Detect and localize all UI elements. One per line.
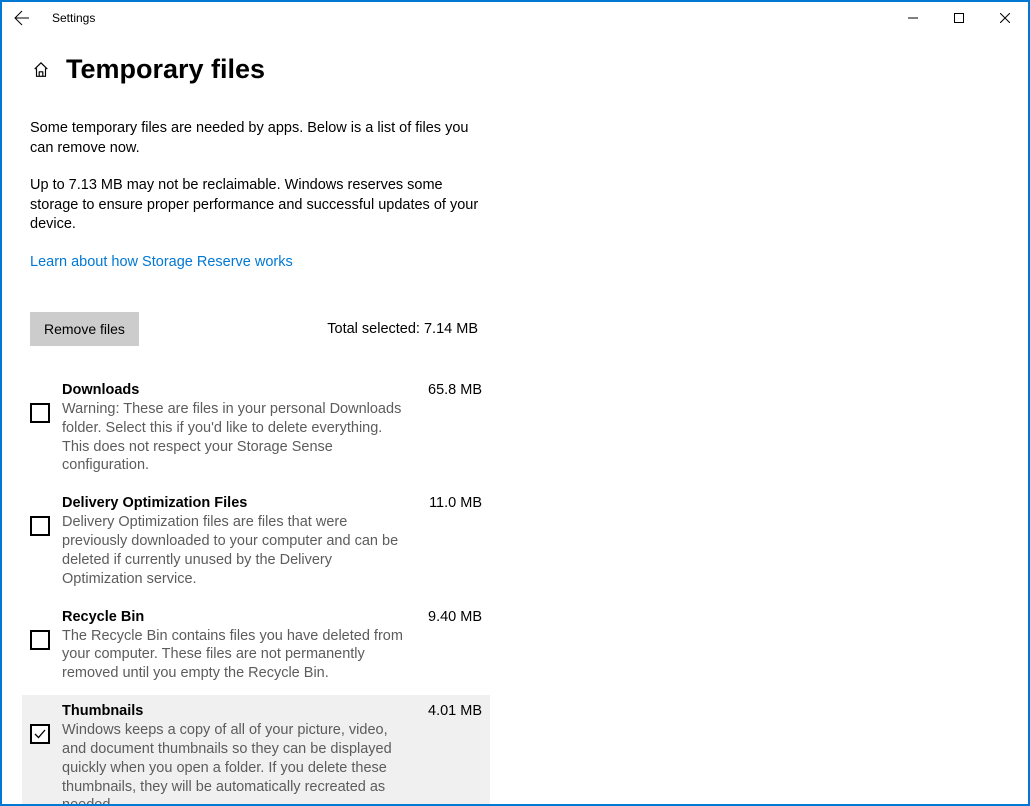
item-title: Downloads xyxy=(62,382,139,398)
window-controls xyxy=(890,3,1028,33)
item-description: Warning: These are files in your persona… xyxy=(62,400,412,475)
item-content: Recycle Bin 9.40 MB The Recycle Bin contai… xyxy=(62,609,482,684)
intro-section: Some temporary files are needed by apps.… xyxy=(30,119,490,296)
titlebar-left: Settings xyxy=(10,6,95,30)
item-title: Thumbnails xyxy=(62,703,143,719)
item-size: 11.0 MB xyxy=(429,495,482,511)
window-title: Settings xyxy=(52,11,95,25)
list-item[interactable]: Thumbnails 4.01 MB Windows keeps a copy of… xyxy=(22,695,490,804)
item-size: 65.8 MB xyxy=(428,382,482,398)
item-title: Delivery Optimization Files xyxy=(62,495,247,511)
close-button[interactable] xyxy=(982,3,1028,33)
items-list: Downloads 65.8 MB Warning: These are files… xyxy=(22,374,1000,804)
maximize-button[interactable] xyxy=(936,3,982,33)
intro-text-1: Some temporary files are needed by apps.… xyxy=(30,119,490,158)
check-icon xyxy=(33,727,47,741)
item-description: The Recycle Bin contains files you have … xyxy=(62,627,412,684)
home-button[interactable] xyxy=(30,59,52,81)
minimize-button[interactable] xyxy=(890,3,936,33)
list-item[interactable]: Delivery Optimization Files11.0 MBDelive… xyxy=(22,487,490,600)
checkbox[interactable] xyxy=(30,724,50,744)
item-size: 9.40 MB xyxy=(428,609,482,625)
header-row: Temporary files xyxy=(30,54,1000,85)
titlebar: Settings xyxy=(2,2,1028,34)
action-row: Remove files Total selected: 7.14 MB xyxy=(30,312,478,346)
back-button[interactable] xyxy=(10,6,34,30)
item-title: Recycle Bin xyxy=(62,609,144,625)
item-description: Delivery Optimization files are files th… xyxy=(62,513,412,588)
storage-reserve-link[interactable]: Learn about how Storage Reserve works xyxy=(30,254,293,270)
list-item[interactable]: Downloads 65.8 MB Warning: These are files… xyxy=(22,374,490,487)
home-icon xyxy=(32,61,50,79)
close-icon xyxy=(1000,13,1010,23)
checkbox[interactable] xyxy=(30,516,50,536)
minimize-icon xyxy=(908,13,918,23)
list-item[interactable]: Recycle Bin 9.40 MB The Recycle Bin contai… xyxy=(22,601,490,696)
page-title: Temporary files xyxy=(66,54,265,85)
checkbox[interactable] xyxy=(30,403,50,423)
item-header: Downloads 65.8 MB xyxy=(62,382,482,398)
checkbox[interactable] xyxy=(30,630,50,650)
remove-files-button[interactable]: Remove files xyxy=(30,312,139,346)
item-content: Downloads 65.8 MB Warning: These are files… xyxy=(62,382,482,475)
content-area: Temporary files Some temporary files are… xyxy=(2,34,1028,804)
total-selected-label: Total selected: 7.14 MB xyxy=(327,321,478,337)
item-size: 4.01 MB xyxy=(428,703,482,719)
item-header: Thumbnails 4.01 MB xyxy=(62,703,482,719)
item-content: Thumbnails 4.01 MB Windows keeps a copy of… xyxy=(62,703,482,804)
intro-text-2: Up to 7.13 MB may not be reclaimable. Wi… xyxy=(30,176,490,235)
arrow-left-icon xyxy=(14,10,30,26)
item-description: Windows keeps a copy of all of your pict… xyxy=(62,721,412,804)
item-content: Delivery Optimization Files11.0 MBDelive… xyxy=(62,495,482,588)
item-header: Delivery Optimization Files 11.0 MB xyxy=(62,495,482,511)
maximize-icon xyxy=(954,13,964,23)
item-header: Recycle Bin 9.40 MB xyxy=(62,609,482,625)
